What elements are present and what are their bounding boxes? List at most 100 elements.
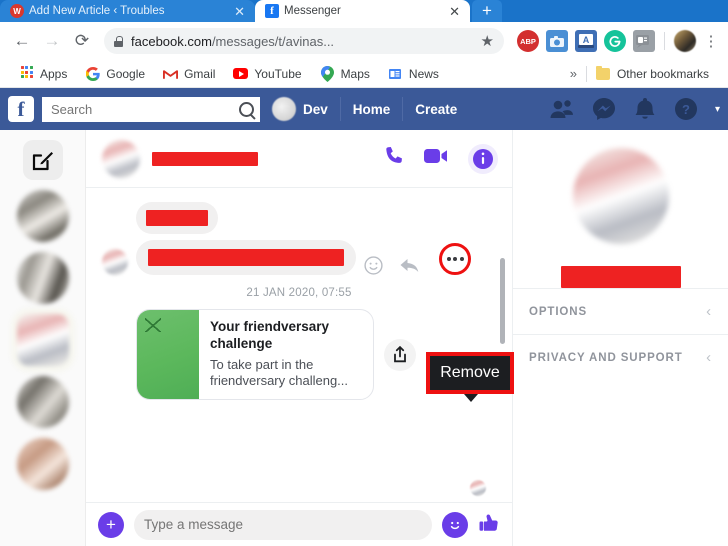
bookmark-gmail[interactable]: Gmail <box>154 66 224 81</box>
bookmarks-overflow-button[interactable]: » <box>561 66 586 81</box>
messenger-icon[interactable] <box>592 98 615 120</box>
more-options-icon[interactable] <box>439 243 471 275</box>
new-tab-button[interactable]: + <box>472 0 502 22</box>
conversation-panel: 21 JAN 2020, 07:55 Your friendversary ch… <box>86 130 512 546</box>
search-icon[interactable] <box>239 101 254 117</box>
forward-button[interactable]: → <box>38 27 66 55</box>
chevron-left-icon[interactable]: ‹ <box>706 349 712 366</box>
search-input[interactable] <box>51 101 239 117</box>
chevron-down-icon[interactable]: ▾ <box>715 104 720 115</box>
conversation-rail <box>0 130 86 546</box>
other-bookmarks-folder[interactable]: Other bookmarks <box>587 65 718 81</box>
friendversary-card-title: Your friendversary challenge <box>210 319 330 351</box>
panel-section-label: OPTIONS <box>529 305 588 318</box>
nav-link-home[interactable]: Home <box>341 97 404 121</box>
adblock-plus-extension-icon[interactable]: ABP <box>517 30 539 52</box>
card-extension-icon[interactable] <box>633 30 655 52</box>
toolbar-divider <box>664 32 665 50</box>
wordpress-icon <box>10 4 24 18</box>
panel-section-privacy-and-support[interactable]: PRIVACY AND SUPPORT ‹ <box>513 334 728 380</box>
facebook-search-box[interactable] <box>42 96 260 122</box>
bookmark-youtube[interactable]: YouTube <box>224 66 310 81</box>
conversation-header-actions <box>384 143 498 174</box>
bookmark-maps[interactable]: Maps <box>311 65 379 82</box>
browser-tab-close-icon[interactable]: ✕ <box>447 5 462 18</box>
seen-by-avatar <box>470 480 486 496</box>
rail-conversation-avatar[interactable] <box>16 376 69 428</box>
browser-tab-close-icon[interactable]: ✕ <box>232 5 247 18</box>
panel-section-label: PRIVACY AND SUPPORT <box>529 351 683 364</box>
grammarly-extension-icon[interactable] <box>604 30 626 52</box>
rail-conversation-avatar[interactable] <box>16 252 69 304</box>
thread-scrollbar[interactable] <box>500 258 505 344</box>
bookmark-news[interactable]: News <box>379 66 448 81</box>
message-timestamp: 21 JAN 2020, 07:55 <box>246 287 352 299</box>
message-row <box>136 202 496 234</box>
share-button[interactable] <box>384 338 416 371</box>
compose-new-message-button[interactable] <box>22 140 63 180</box>
facebook-logo-icon[interactable]: f <box>8 96 34 122</box>
browser-tab-title: Add New Article ‹ Troubles <box>29 5 165 17</box>
address-bar[interactable]: facebook.com/messages/t/avinas... ★ <box>104 28 504 54</box>
message-row <box>102 240 496 275</box>
bookmark-star-icon[interactable]: ★ <box>481 32 494 50</box>
reply-icon[interactable] <box>399 257 421 275</box>
facebook-profile-link[interactable]: Dev <box>272 97 341 121</box>
profile-photo[interactable] <box>572 148 669 244</box>
compose-icon <box>32 152 53 171</box>
apps-grid-icon <box>19 66 34 81</box>
notifications-icon[interactable] <box>635 98 655 120</box>
message-text-redacted <box>148 249 344 266</box>
help-icon[interactable]: ? <box>674 98 697 120</box>
facebook-top-nav: f Dev Home Create ? ▾ <box>0 88 728 130</box>
facebook-icon: f <box>265 4 279 18</box>
rail-conversation-avatar[interactable] <box>16 190 69 242</box>
bookmark-google[interactable]: Google <box>76 66 154 81</box>
message-input[interactable] <box>144 517 422 532</box>
blue-a-extension-icon[interactable]: A <box>575 30 597 52</box>
video-call-icon[interactable] <box>424 147 448 170</box>
browser-tab-wordpress[interactable]: Add New Article ‹ Troubles ✕ <box>0 0 255 22</box>
bookmark-label: YouTube <box>254 66 302 81</box>
voice-call-icon[interactable] <box>384 146 404 171</box>
message-sender-avatar <box>102 249 128 275</box>
contact-avatar[interactable] <box>102 139 140 178</box>
friend-requests-icon[interactable] <box>549 99 573 119</box>
reload-button[interactable]: ⟳ <box>68 27 96 55</box>
bookmark-apps[interactable]: Apps <box>10 66 76 81</box>
message-input-wrapper[interactable] <box>134 509 432 540</box>
emoji-picker-button[interactable] <box>442 511 468 538</box>
thumbs-up-icon[interactable] <box>478 512 500 538</box>
back-button[interactable]: ← <box>8 27 36 55</box>
chevron-left-icon[interactable]: ‹ <box>706 303 712 320</box>
message-thread: 21 JAN 2020, 07:55 Your friendversary ch… <box>86 188 512 502</box>
url-text: facebook.com/messages/t/avinas... <box>131 34 334 49</box>
friendversary-card[interactable]: Your friendversary challenge To take par… <box>136 309 374 401</box>
chrome-menu-icon[interactable]: ⋮ <box>702 34 720 49</box>
emoji-icon[interactable] <box>364 256 383 275</box>
nav-link-create[interactable]: Create <box>403 97 469 121</box>
message-bubble[interactable] <box>136 240 356 275</box>
message-composer: + <box>86 502 512 546</box>
conversation-info-icon[interactable] <box>468 143 498 174</box>
rail-conversation-avatar[interactable] <box>16 438 69 490</box>
lock-icon <box>114 35 123 47</box>
message-bubble[interactable] <box>136 202 218 234</box>
more-options-button[interactable] <box>439 243 471 275</box>
profile-name-redacted <box>560 266 681 288</box>
panel-section-options[interactable]: OPTIONS ‹ <box>513 288 728 334</box>
maps-pin-icon <box>320 65 335 82</box>
friendversary-thumbnail <box>137 310 199 400</box>
bookmark-label: Gmail <box>184 66 216 81</box>
youtube-icon <box>233 66 249 81</box>
rail-conversation-avatar-selected[interactable] <box>10 308 75 372</box>
add-attachment-button[interactable]: + <box>98 511 124 538</box>
screenshot-camera-extension-icon[interactable] <box>546 30 568 52</box>
avatar <box>272 97 296 121</box>
chrome-profile-avatar[interactable] <box>674 30 696 52</box>
contact-name-redacted <box>152 151 258 166</box>
browser-tab-title: Messenger <box>284 5 341 17</box>
conversation-details-panel: OPTIONS ‹ PRIVACY AND SUPPORT ‹ <box>512 130 728 546</box>
browser-tab-messenger[interactable]: f Messenger ✕ <box>255 0 470 22</box>
message-text-redacted <box>146 210 208 226</box>
